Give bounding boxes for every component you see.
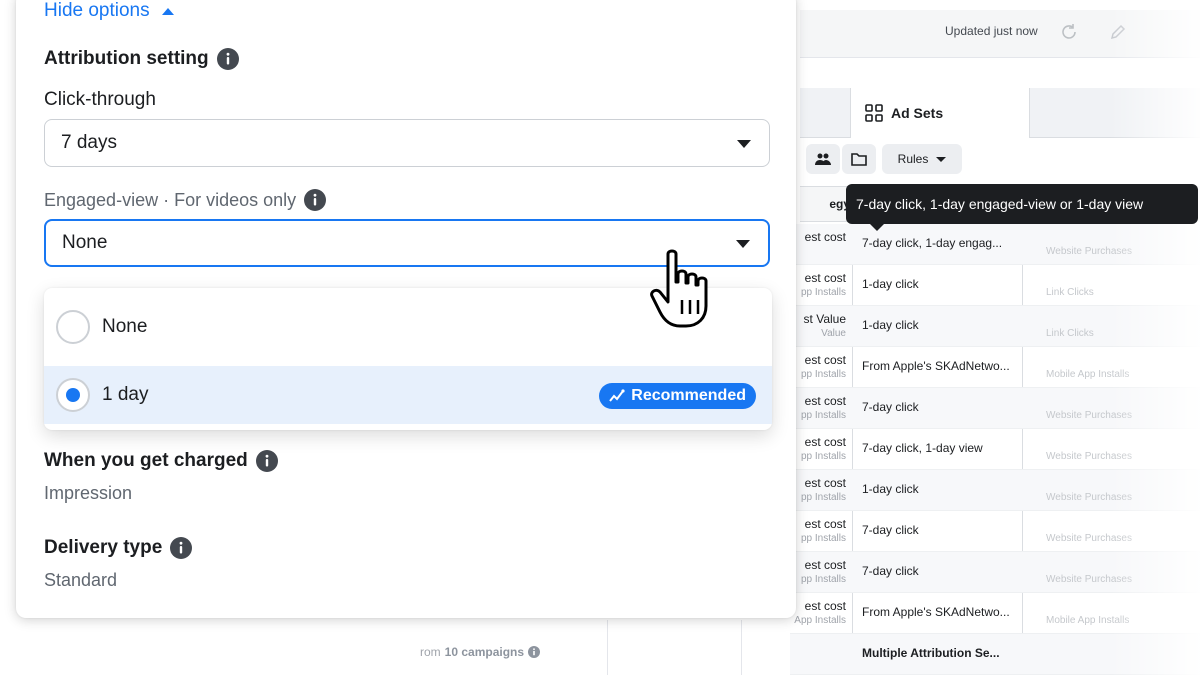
- row-strategy-primary: est cost: [804, 435, 846, 449]
- row-attribution-setting[interactable]: 7-day click: [862, 400, 1020, 414]
- when-charged-value: Impression: [44, 483, 133, 503]
- row-strategy-primary: st Value: [803, 312, 846, 326]
- engaged-view-value: None: [62, 232, 108, 253]
- engaged-view-heading: Engaged-view · For videos only: [44, 189, 327, 211]
- delivery-type-value: Standard: [44, 570, 118, 590]
- row-strategy: est cost pp Installs: [790, 353, 846, 380]
- recommended-label: Recommended: [631, 387, 746, 404]
- row-attribution-setting[interactable]: 7-day click, 1-day engag...: [862, 236, 1020, 250]
- row-strategy-secondary: pp Installs: [800, 574, 846, 585]
- click-through-value: 7 days: [61, 132, 117, 153]
- folder-icon: [851, 153, 867, 166]
- column-divider: [607, 620, 608, 675]
- column-divider: [741, 620, 742, 675]
- row-strategy-secondary: pp Installs: [800, 492, 846, 503]
- campaign-summary: rom 10 campaigns: [420, 645, 541, 659]
- row-strategy: est cost pp Installs: [790, 271, 846, 298]
- row-strategy: est cost: [790, 230, 846, 246]
- row-strategy-primary: est cost: [804, 476, 846, 490]
- delivery-type-title: Delivery type: [44, 537, 193, 559]
- option-1-day[interactable]: 1 day Recommended: [44, 366, 772, 424]
- option-1-day-label: 1 day: [102, 384, 149, 405]
- row-strategy-primary: est cost: [804, 271, 846, 285]
- sparkline-icon: [609, 389, 625, 402]
- info-icon[interactable]: [170, 537, 193, 559]
- row-strategy-secondary: pp Installs: [800, 287, 846, 298]
- row-strategy: est cost pp Installs: [790, 394, 846, 421]
- option-none-label: None: [102, 316, 148, 337]
- updated-status: Updated just now: [945, 24, 1038, 38]
- hide-options-label: Hide options: [44, 0, 150, 21]
- row-strategy: est cost App Installs: [790, 599, 846, 626]
- row-strategy: est cost pp Installs: [790, 435, 846, 462]
- row-strategy-secondary: pp Installs: [800, 451, 846, 462]
- edge-fade: [1110, 0, 1200, 675]
- row-strategy: [790, 640, 846, 642]
- row-strategy-secondary: App Installs: [794, 615, 846, 626]
- row-strategy-primary: est cost: [804, 353, 846, 367]
- row-strategy-primary: est cost: [804, 394, 846, 408]
- click-through-select[interactable]: 7 days: [44, 119, 770, 167]
- hide-options-toggle[interactable]: Hide options: [44, 0, 174, 22]
- chevron-up-icon: [161, 7, 174, 15]
- attribution-setting-title: Attribution setting: [44, 48, 239, 70]
- tab-ad-sets[interactable]: Ad Sets: [850, 88, 1030, 138]
- row-attribution-setting[interactable]: 7-day click: [862, 523, 1020, 537]
- row-strategy-secondary: pp Installs: [800, 410, 846, 421]
- info-icon[interactable]: [255, 450, 278, 472]
- row-strategy-primary: est cost: [804, 517, 846, 531]
- row-attribution-setting[interactable]: 1-day click: [862, 482, 1020, 496]
- row-attribution-setting[interactable]: Multiple Attribution Se...: [862, 646, 1020, 660]
- recommended-badge: Recommended: [599, 383, 756, 409]
- summary-campaign-count: 10 campaigns: [444, 645, 525, 659]
- chevron-down-icon: [737, 140, 751, 148]
- row-strategy: st Value Value: [790, 312, 846, 339]
- chevron-down-icon: [936, 156, 947, 162]
- people-icon: [815, 153, 831, 165]
- engaged-view-label: Engaged-view · For videos only: [44, 189, 297, 210]
- column-header-strategy: egy: [829, 197, 850, 211]
- row-strategy-primary: est cost: [804, 230, 846, 244]
- tab-ad-sets-label: Ad Sets: [891, 105, 944, 121]
- info-icon[interactable]: [528, 646, 541, 658]
- radio-1-day[interactable]: [56, 378, 90, 412]
- row-strategy: est cost pp Installs: [790, 476, 846, 503]
- tooltip-text: 7-day click, 1-day engaged-view or 1-day…: [856, 196, 1144, 212]
- folder-button[interactable]: [842, 144, 876, 174]
- info-icon[interactable]: [304, 189, 327, 211]
- row-strategy-secondary: pp Installs: [800, 369, 846, 380]
- hand-cursor-icon: [650, 249, 708, 328]
- row-strategy-primary: est cost: [804, 558, 846, 572]
- chevron-down-icon: [736, 240, 750, 248]
- info-icon[interactable]: [216, 48, 239, 70]
- when-charged-title: When you get charged: [44, 450, 278, 472]
- row-attribution-setting[interactable]: 1-day click: [862, 277, 1020, 291]
- rules-label: Rules: [897, 152, 929, 166]
- row-attribution-setting[interactable]: 7-day click: [862, 564, 1020, 578]
- click-through-label: Click-through: [44, 89, 156, 110]
- row-strategy-primary: est cost: [804, 599, 846, 613]
- radio-none[interactable]: [56, 310, 90, 344]
- row-strategy: est cost pp Installs: [790, 558, 846, 585]
- delivery-type-title-text: Delivery type: [44, 537, 163, 558]
- row-attribution-setting[interactable]: From Apple's SKAdNetwo...: [862, 605, 1020, 619]
- row-strategy-secondary: pp Installs: [800, 533, 846, 544]
- row-attribution-setting[interactable]: From Apple's SKAdNetwo...: [862, 359, 1020, 373]
- row-attribution-setting[interactable]: 7-day click, 1-day view: [862, 441, 1020, 455]
- rules-dropdown[interactable]: Rules: [882, 144, 962, 174]
- refresh-icon[interactable]: [1058, 21, 1080, 43]
- row-strategy-secondary: Value: [821, 328, 846, 339]
- attribution-setting-title-text: Attribution setting: [44, 48, 209, 69]
- when-charged-title-text: When you get charged: [44, 450, 248, 471]
- row-attribution-setting[interactable]: 1-day click: [862, 318, 1020, 332]
- tooltip-arrow: [870, 224, 884, 231]
- grid-icon: [865, 104, 883, 122]
- attribution-tooltip: 7-day click, 1-day engaged-view or 1-day…: [846, 184, 1198, 224]
- audience-button[interactable]: [806, 144, 840, 174]
- row-strategy: est cost pp Installs: [790, 517, 846, 544]
- summary-prefix: rom: [420, 645, 441, 659]
